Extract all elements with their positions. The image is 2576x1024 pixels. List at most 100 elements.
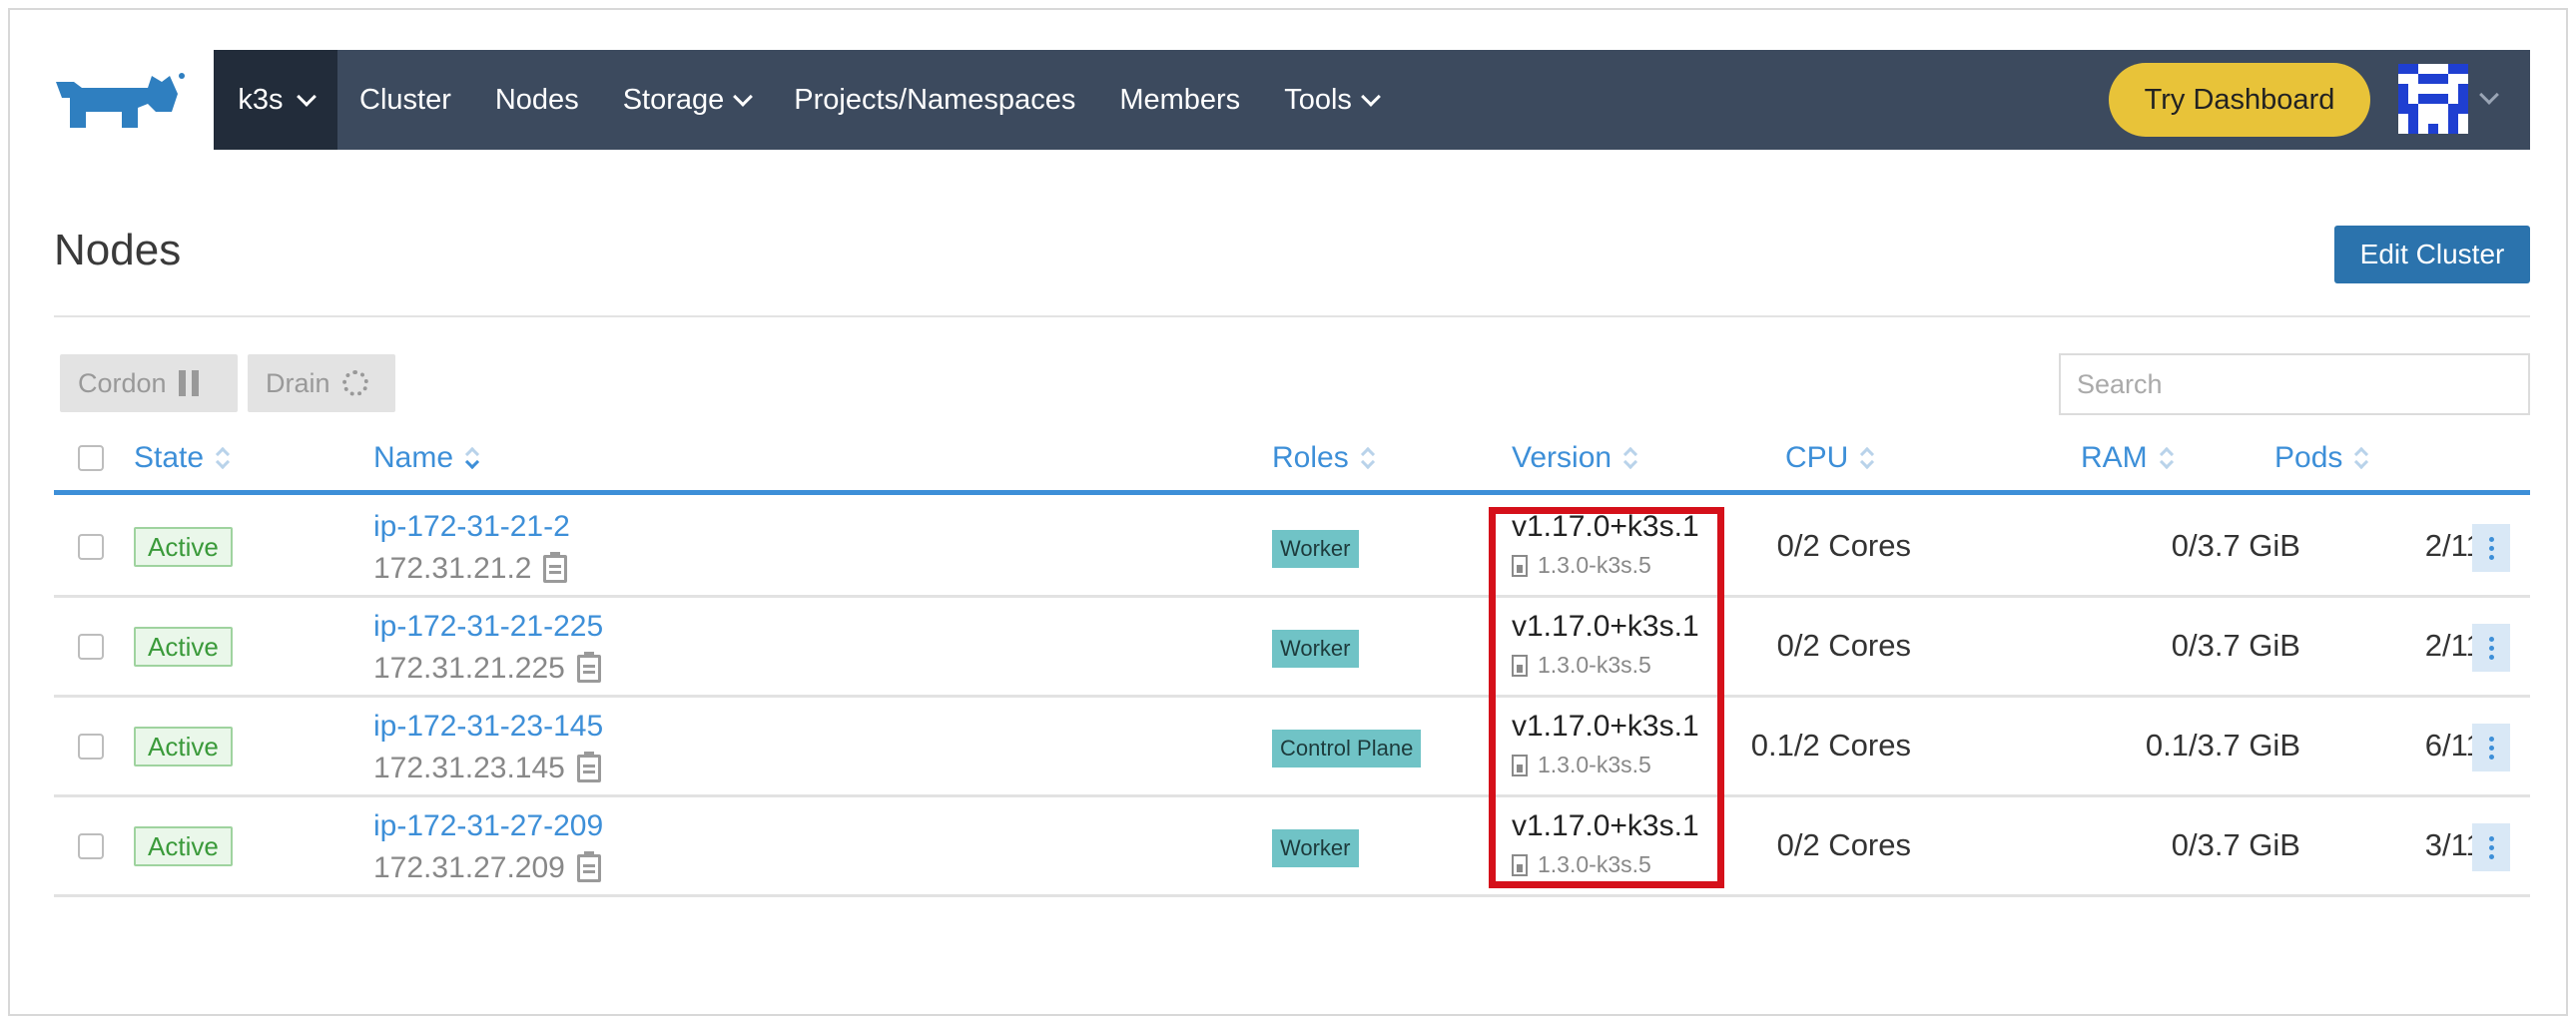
sort-descending-icon [464, 446, 480, 470]
copy-clipboard-icon[interactable] [576, 851, 601, 882]
spinner-icon [341, 370, 368, 396]
version-highlight-box [1489, 507, 1724, 888]
column-label: Name [373, 441, 454, 474]
kebab-dot [2488, 754, 2494, 760]
node-ip: 172.31.21.2 [373, 552, 568, 586]
nav-item-label: Nodes [494, 83, 579, 116]
column-label: State [134, 441, 205, 474]
drain-button[interactable]: Drain [248, 354, 395, 412]
status-badge: Active [134, 527, 233, 567]
ram-usage: 0/3.7 GiB [2171, 827, 2300, 862]
row-actions-menu-button[interactable] [2472, 524, 2510, 572]
nav-item-cluster[interactable]: Cluster [337, 50, 473, 150]
page-title: Nodes [54, 226, 182, 274]
row-checkbox[interactable] [78, 534, 104, 560]
chevron-down-icon [733, 87, 754, 107]
role-badge: Worker [1272, 829, 1359, 867]
column-header-cpu[interactable]: CPU [1785, 441, 1875, 475]
row-actions-menu-button[interactable] [2472, 624, 2510, 672]
kebab-dot [2488, 745, 2494, 751]
row-actions-menu-button[interactable] [2472, 823, 2510, 871]
column-header-ram[interactable]: RAM [2081, 441, 2174, 475]
top-navbar: k3s Cluster Nodes Storage Projects/Names… [214, 50, 2530, 150]
chevron-down-icon[interactable] [2479, 85, 2499, 105]
node-name-link[interactable]: ip-172-31-27-209 [373, 809, 603, 843]
column-header-name[interactable]: Name [373, 441, 480, 475]
table-row: Active ip-172-31-21-225 172.31.21.225 Wo… [54, 598, 2530, 698]
sort-icon [1360, 446, 1375, 470]
nav-item-label: Cluster [359, 83, 451, 116]
edit-cluster-button[interactable]: Edit Cluster [2334, 226, 2530, 283]
status-badge: Active [134, 826, 233, 866]
node-name-link[interactable]: ip-172-31-21-2 [373, 510, 570, 544]
ram-usage: 0.1/3.7 GiB [2145, 728, 2300, 763]
kebab-dot [2488, 736, 2494, 742]
column-header-version[interactable]: Version [1512, 441, 1638, 475]
kebab-dot [2488, 645, 2494, 651]
table-header: State Name Roles Version CPU RAM Pods [54, 433, 2530, 495]
role-badge: Control Plane [1272, 730, 1422, 768]
row-actions-menu-button[interactable] [2472, 724, 2510, 771]
drain-label: Drain [266, 367, 330, 398]
kebab-dot [2488, 835, 2494, 841]
column-label: Version [1512, 441, 1612, 474]
node-ip: 172.31.21.225 [373, 652, 601, 686]
node-ip-text: 172.31.21.2 [373, 552, 532, 585]
kebab-dot [2488, 554, 2494, 560]
select-all-checkbox[interactable] [78, 445, 104, 471]
copy-clipboard-icon[interactable] [576, 652, 601, 683]
nav-item-projects-namespaces[interactable]: Projects/Namespaces [772, 50, 1097, 150]
column-header-roles[interactable]: Roles [1272, 441, 1375, 475]
column-header-state[interactable]: State [134, 441, 231, 475]
nav-item-nodes[interactable]: Nodes [473, 50, 601, 150]
user-avatar[interactable] [2398, 63, 2468, 135]
nav-item-label: Projects/Namespaces [794, 83, 1076, 116]
node-name-link[interactable]: ip-172-31-23-145 [373, 710, 603, 744]
node-ip: 172.31.27.209 [373, 851, 601, 885]
kebab-dot [2488, 853, 2494, 859]
row-checkbox[interactable] [78, 833, 104, 859]
copy-clipboard-icon[interactable] [543, 552, 568, 583]
node-ip-text: 172.31.27.209 [373, 851, 565, 884]
kebab-dot [2488, 636, 2494, 642]
ram-usage: 0/3.7 GiB [2171, 528, 2300, 563]
sort-icon [1860, 446, 1875, 470]
role-badge: Worker [1272, 530, 1359, 568]
kebab-dot [2488, 545, 2494, 551]
nav-item-tools[interactable]: Tools [1262, 50, 1400, 150]
cordon-button[interactable]: Cordon [60, 354, 238, 412]
table-row: Active ip-172-31-23-145 172.31.23.145 Co… [54, 698, 2530, 797]
row-checkbox[interactable] [78, 634, 104, 660]
table-row: Active ip-172-31-21-2 172.31.21.2 Worker… [54, 498, 2530, 598]
node-ip: 172.31.23.145 [373, 752, 601, 785]
node-name-link[interactable]: ip-172-31-21-225 [373, 610, 603, 644]
nav-item-label: Storage [622, 83, 725, 116]
cordon-label: Cordon [78, 367, 167, 398]
nav-item-storage[interactable]: Storage [601, 50, 773, 150]
column-label: Pods [2274, 441, 2343, 474]
copy-clipboard-icon[interactable] [576, 752, 601, 782]
sort-icon [1623, 446, 1638, 470]
row-checkbox[interactable] [78, 734, 104, 760]
try-dashboard-button[interactable]: Try Dashboard [2109, 63, 2370, 137]
column-label: RAM [2081, 441, 2148, 474]
column-label: Roles [1272, 441, 1349, 474]
kebab-dot [2488, 654, 2494, 660]
search-input[interactable] [2059, 353, 2530, 415]
column-header-pods[interactable]: Pods [2274, 441, 2369, 475]
column-label: CPU [1785, 441, 1849, 474]
status-badge: Active [134, 627, 233, 667]
nav-item-label: Members [1119, 83, 1241, 116]
pause-icon [178, 370, 199, 396]
cluster-name: k3s [238, 83, 284, 116]
ram-usage: 0/3.7 GiB [2171, 628, 2300, 663]
cluster-switcher[interactable]: k3s [214, 50, 337, 150]
chevron-down-icon [296, 87, 317, 107]
status-badge: Active [134, 727, 233, 767]
role-badge: Worker [1272, 630, 1359, 668]
header-divider [54, 315, 2530, 317]
nav-item-members[interactable]: Members [1097, 50, 1262, 150]
kebab-dot [2488, 844, 2494, 850]
rancher-logo-icon[interactable] [52, 68, 192, 138]
chevron-down-icon [1360, 87, 1381, 107]
